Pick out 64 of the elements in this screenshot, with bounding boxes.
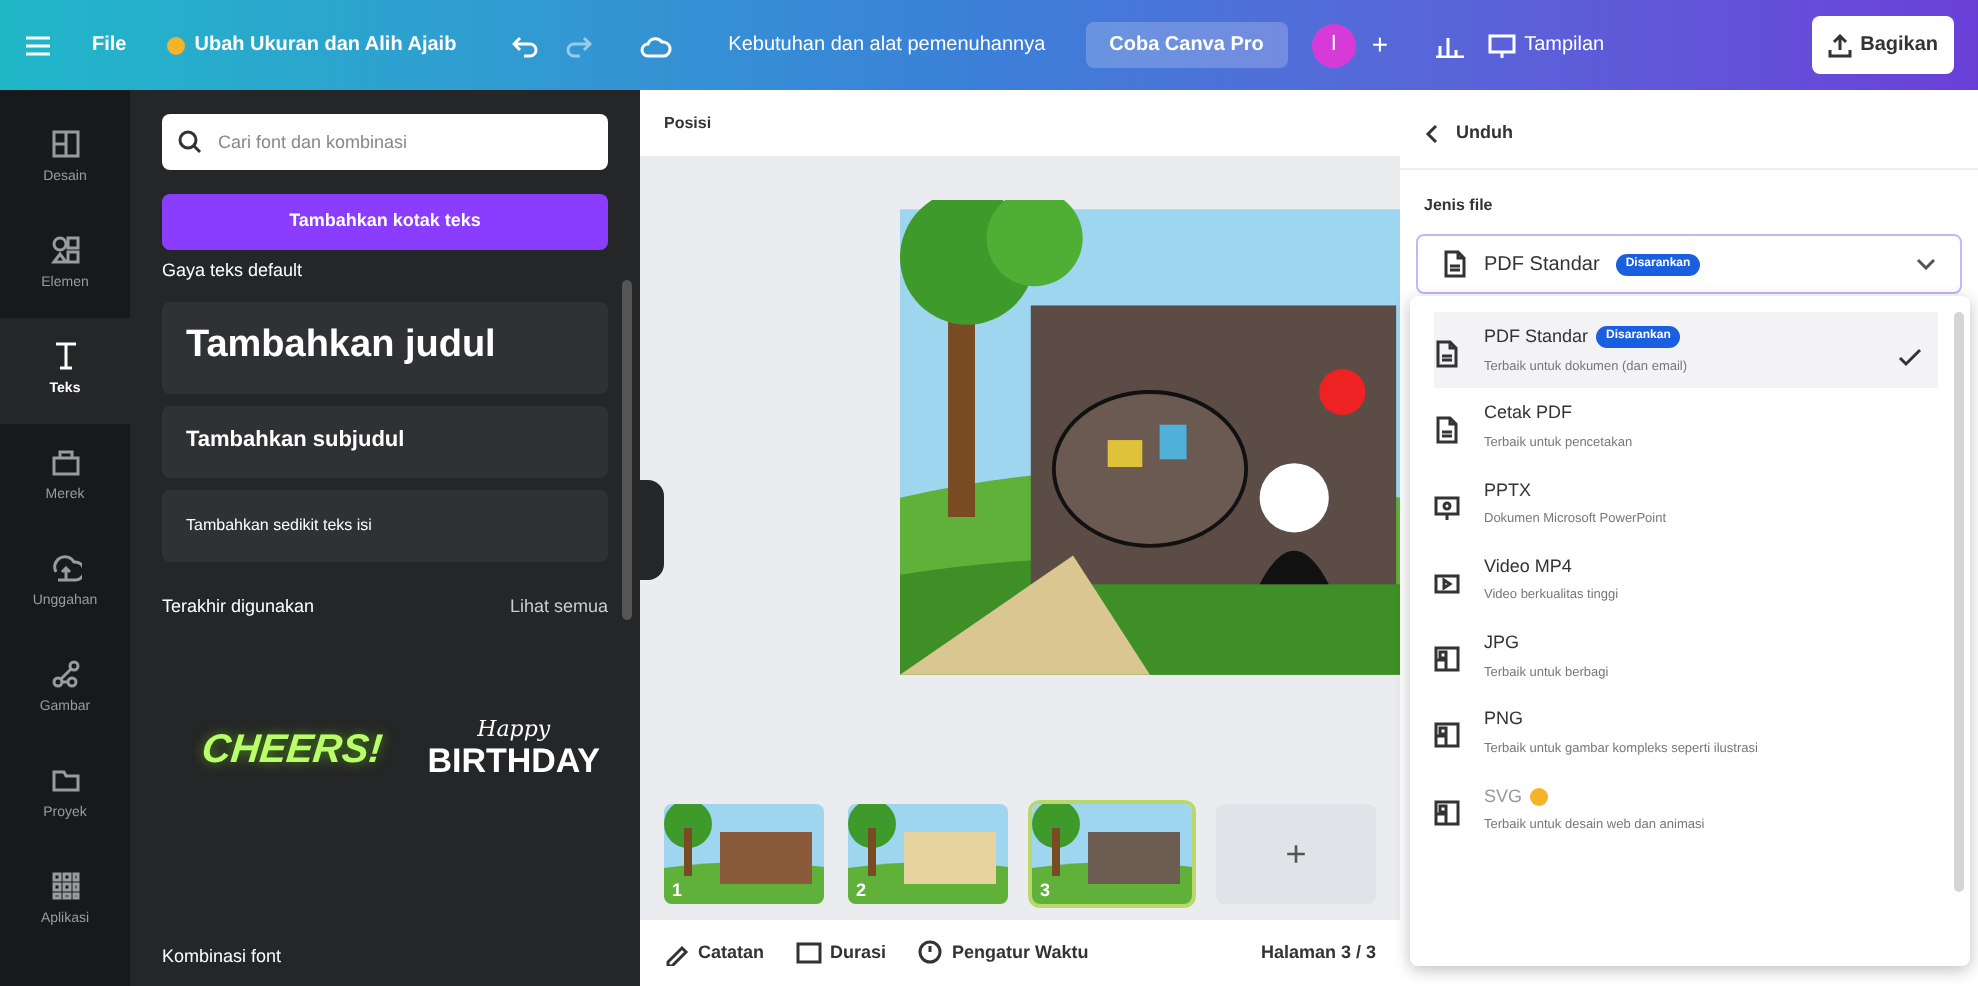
undo-icon — [512, 33, 541, 57]
image-icon — [1434, 722, 1460, 751]
text-style-sample[interactable]: CHEERS! — [198, 720, 386, 780]
page-number: 3 — [1040, 877, 1051, 903]
back-icon — [1424, 124, 1440, 144]
screen-icon — [796, 940, 823, 966]
option-name: PDF Standar — [1484, 324, 1589, 350]
upload-icon — [1828, 33, 1853, 57]
option-name: JPG — [1484, 630, 1520, 656]
notes-button[interactable]: Catatan — [664, 939, 765, 967]
search-field[interactable]: Cari font dan kombinasi — [162, 114, 608, 170]
page-number: 2 — [856, 877, 867, 903]
page-counter: Halaman 3 / 3 — [1260, 939, 1376, 966]
document-icon — [1434, 340, 1460, 368]
redo-icon — [564, 33, 593, 57]
view-button[interactable]: Tampilan — [1488, 30, 1605, 60]
section-heading: Terakhir digunakan — [162, 593, 315, 620]
page-number: 1 — [672, 877, 683, 903]
add-member-button[interactable]: + — [1371, 24, 1389, 66]
add-page-button[interactable]: + — [1216, 804, 1376, 904]
checkmark-icon — [1898, 348, 1922, 368]
see-all-link[interactable]: Lihat semua — [509, 593, 608, 620]
image-icon — [1434, 799, 1460, 827]
presentation-icon — [1434, 493, 1460, 521]
body-text-button[interactable]: Tambahkan sedikit teks isi — [162, 489, 608, 561]
tab-icon — [49, 234, 81, 267]
user-avatar: I — [1311, 23, 1356, 67]
option-name: Cetak PDF — [1484, 400, 1573, 427]
tab-icon — [49, 552, 81, 585]
tab-icon — [49, 658, 81, 691]
clock-icon — [918, 940, 945, 966]
pencil-icon — [664, 940, 690, 966]
design-title[interactable]: Kebutuhan dan alat pemenuhannya — [728, 30, 1046, 60]
search-icon — [178, 130, 202, 154]
option-name: PNG — [1484, 706, 1524, 733]
text-style-sample[interactable]: Happy BIRTHDAY — [427, 718, 600, 782]
section-heading: Kombinasi font — [162, 943, 282, 969]
panel-collapse-handle[interactable] — [640, 480, 664, 580]
canvas-label: Posisi — [664, 111, 712, 135]
menu-icon — [24, 33, 52, 57]
panel-title: Unduh — [1456, 120, 1513, 147]
presentation-icon — [1488, 33, 1517, 57]
option-name: Video MP4 — [1484, 553, 1572, 580]
share-button[interactable]: Bagikan — [1812, 16, 1954, 74]
chevron-down-icon — [1916, 258, 1936, 270]
document-icon — [1442, 250, 1468, 278]
subheading-text-button[interactable]: Tambahkan subjudul — [162, 405, 608, 477]
section-heading: Gaya teks default — [162, 258, 303, 284]
field-label: Jenis file — [1424, 194, 1493, 218]
document-icon — [1434, 416, 1460, 445]
option-name: PPTX — [1484, 477, 1532, 503]
duration-button[interactable]: Durasi — [796, 939, 887, 967]
cloud-icon — [640, 33, 673, 57]
image-icon — [1434, 646, 1460, 674]
timer-button[interactable]: Pengatur Waktu — [918, 939, 1089, 967]
heading-text-button[interactable]: Tambahkan judul — [162, 301, 608, 393]
tab-icon — [49, 446, 81, 479]
tab-icon — [49, 128, 81, 161]
video-icon — [1434, 569, 1460, 598]
selected-file-type: PDF Standar — [1484, 251, 1600, 279]
add-text-box-button[interactable]: Tambahkan kotak teks — [162, 194, 608, 250]
tab-icon — [49, 870, 81, 903]
option-name: SVG — [1484, 783, 1523, 809]
bar-chart-icon — [1436, 33, 1465, 57]
